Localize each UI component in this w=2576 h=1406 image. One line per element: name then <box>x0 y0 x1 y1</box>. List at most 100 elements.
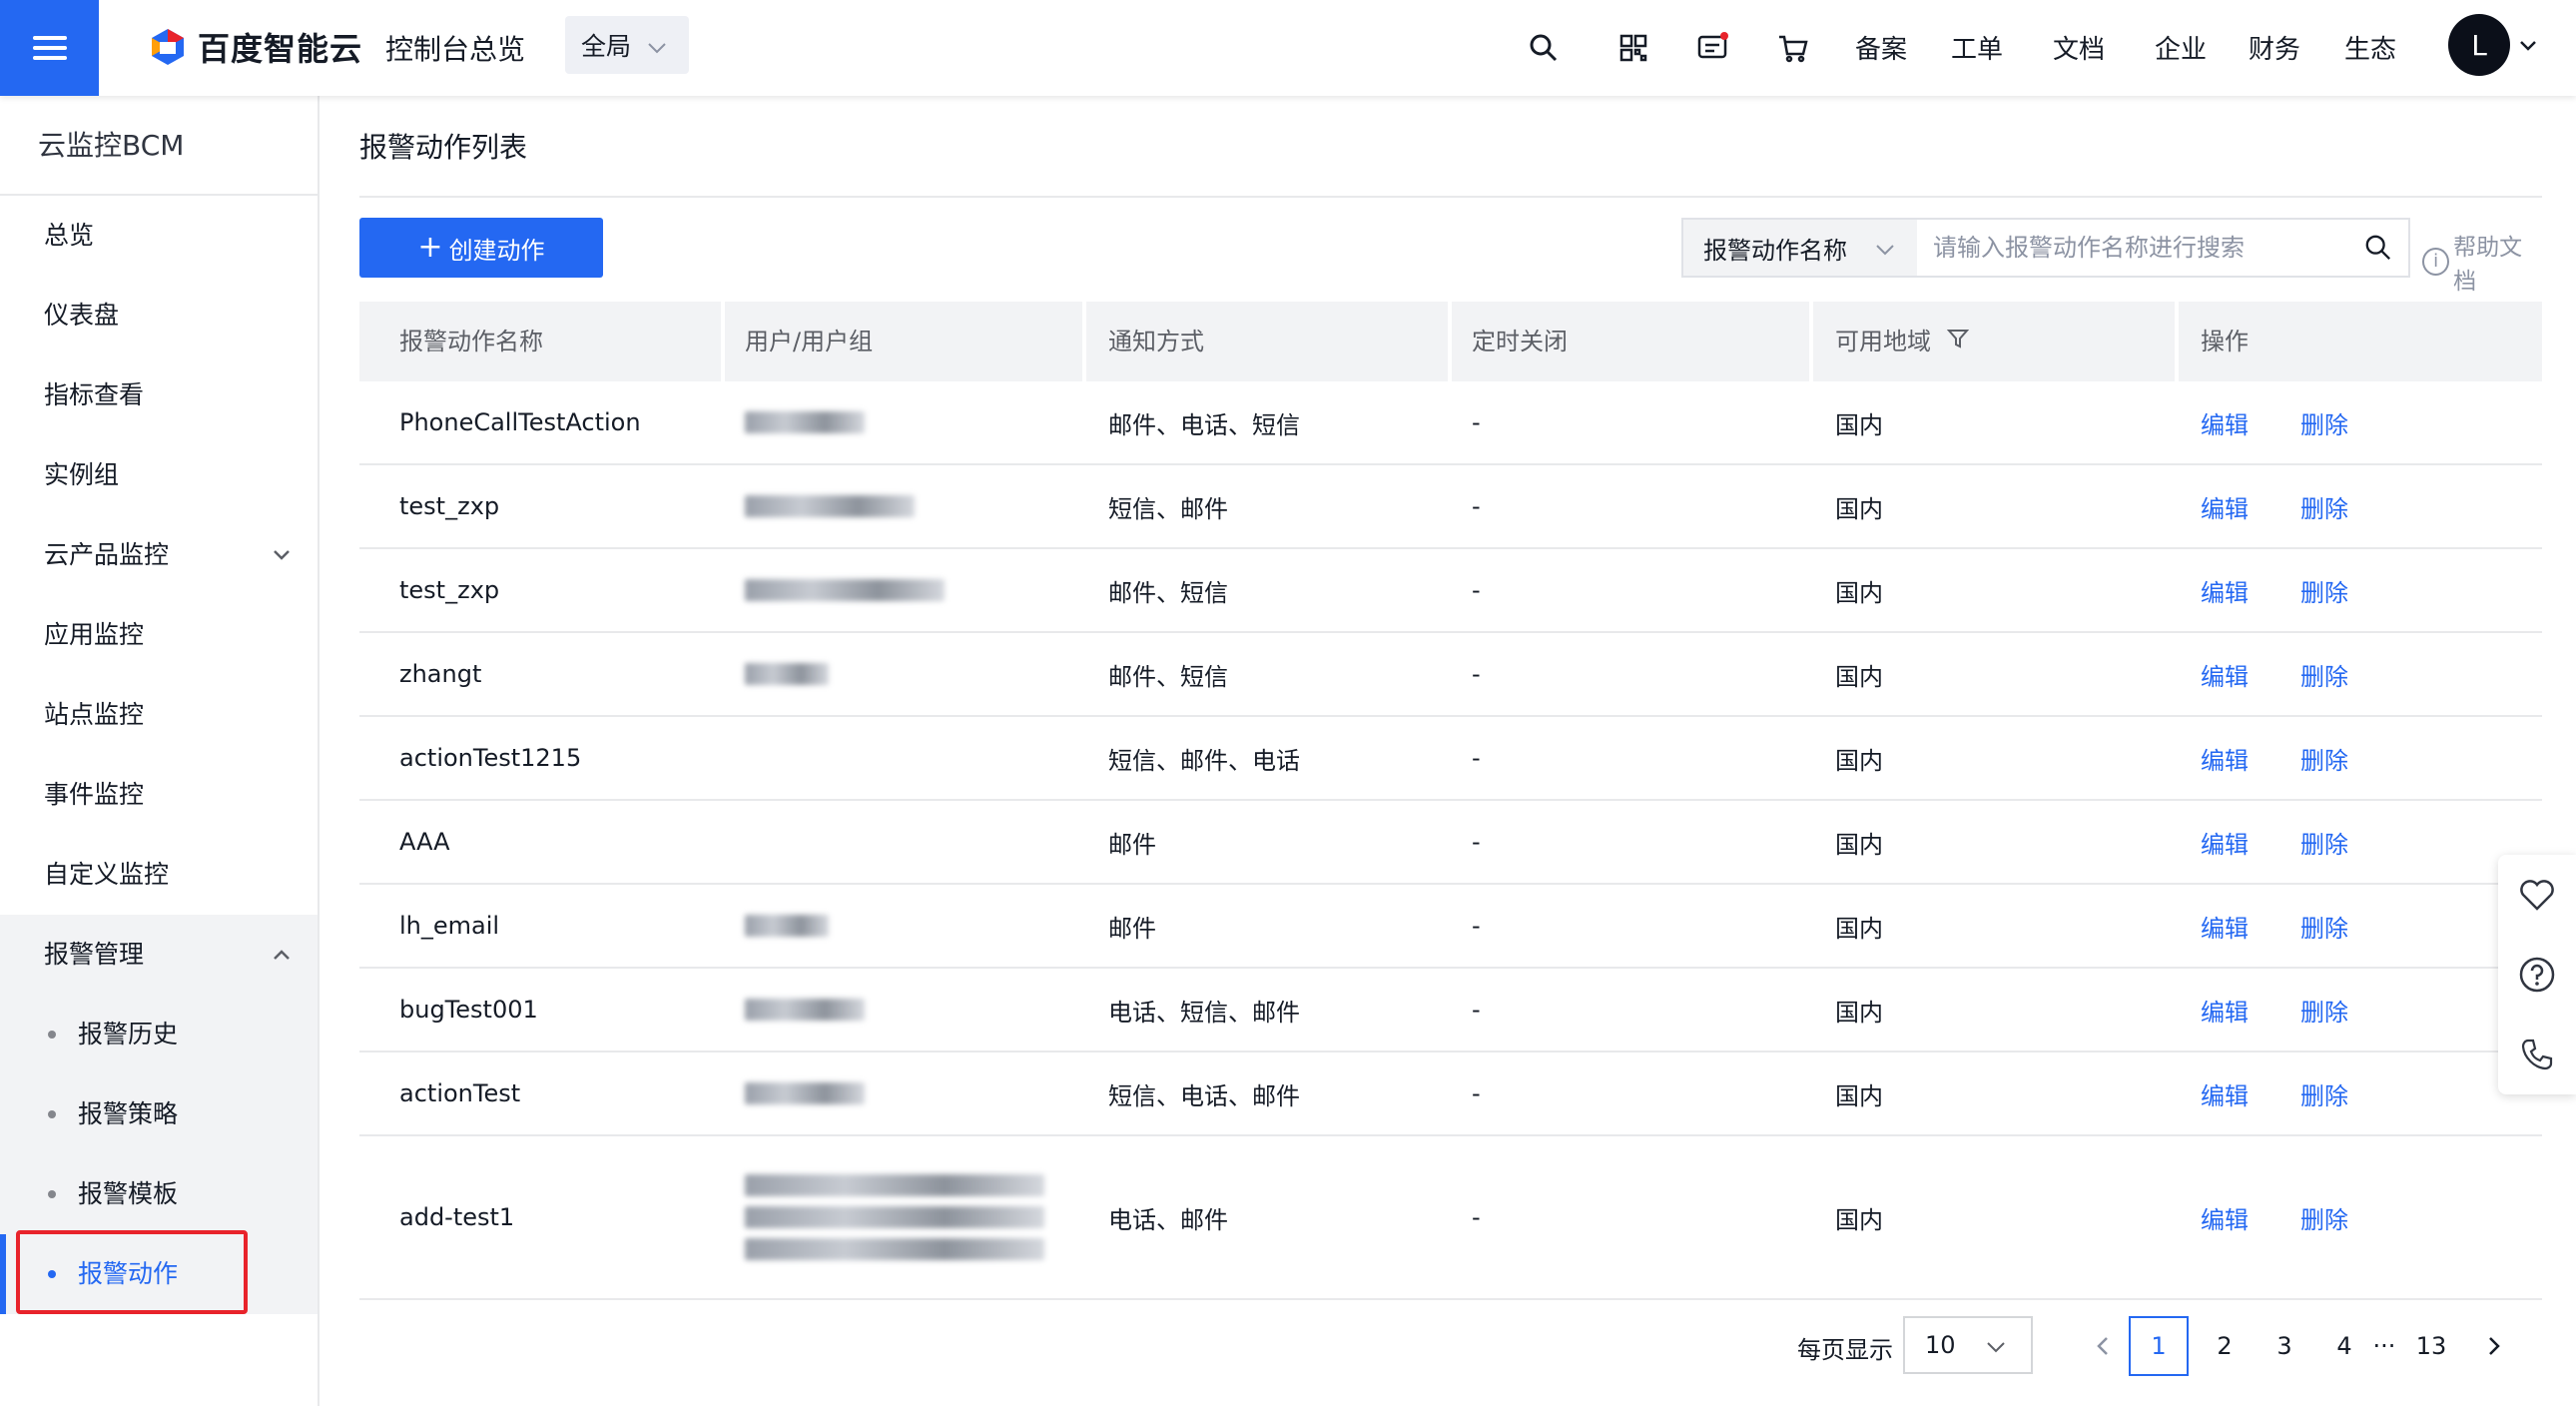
per-page-value: 10 <box>1925 1331 1956 1359</box>
page-button-last[interactable]: 13 <box>2396 1316 2466 1376</box>
nav-link-ecosystem[interactable]: 生态 <box>2344 29 2396 66</box>
cell-action-name: actionTest1215 <box>399 744 582 772</box>
alarm-action-table: 报警动作名称 用户/用户组 通知方式 定时关闭 可用地域 操作 PhoneCal… <box>359 302 2542 1300</box>
delete-link[interactable]: 删除 <box>2300 993 2348 1028</box>
sidebar-item-instance-group[interactable]: 实例组 <box>0 435 318 515</box>
cell-region: 国内 <box>1835 410 1883 439</box>
phone-icon[interactable] <box>2498 1015 2576 1094</box>
question-icon[interactable] <box>2498 935 2576 1015</box>
nav-link-docs[interactable]: 文档 <box>2053 29 2105 66</box>
per-page-select[interactable]: 10 <box>1903 1316 2033 1374</box>
page-button-2[interactable]: 2 <box>2195 1316 2254 1376</box>
sidebar-item-dashboard[interactable]: 仪表盘 <box>0 276 318 355</box>
cell-notify-method: 邮件、电话、短信 <box>1108 410 1300 439</box>
top-navbar: 百度智能云 控制台总览 全局 备案 工单 文档 企业 财务 生态 L <box>0 0 2576 96</box>
heart-icon[interactable] <box>2498 855 2576 935</box>
sidebar-item-event-monitor[interactable]: 事件监控 <box>0 755 318 835</box>
cell-user-group <box>705 381 865 463</box>
nav-link-finance[interactable]: 财务 <box>2249 29 2300 66</box>
page-button-3[interactable]: 3 <box>2254 1316 2314 1376</box>
delete-link[interactable]: 删除 <box>2300 1200 2348 1235</box>
edit-link[interactable]: 编辑 <box>2201 825 2249 860</box>
cell-notify-method: 邮件、短信 <box>1108 578 1228 607</box>
cell-user-group <box>705 549 945 631</box>
sidebar-item-custom-monitor[interactable]: 自定义监控 <box>0 835 318 915</box>
table-row: bugTest001 电话、短信、邮件 - 国内 编辑 删除 <box>359 969 2542 1053</box>
page-button-1[interactable]: 1 <box>2129 1316 2189 1376</box>
chevron-down-icon[interactable] <box>2518 30 2538 64</box>
search-icon[interactable] <box>1524 28 1564 68</box>
delete-link[interactable]: 删除 <box>2300 825 2348 860</box>
cell-timer-close: - <box>1472 1203 1481 1231</box>
cell-user-group <box>705 885 829 967</box>
cell-region: 国内 <box>1835 494 1883 523</box>
cell-timer-close: - <box>1472 1079 1481 1107</box>
search-field-select[interactable]: 报警动作名称 <box>1683 220 1917 276</box>
sidebar-subitem-alarm-history[interactable]: 报警历史 <box>0 995 318 1074</box>
cell-operations: 编辑 删除 <box>2161 549 2348 631</box>
cell-user-group <box>705 1053 865 1134</box>
cell-user-group <box>705 633 829 715</box>
sidebar-item-metrics[interactable]: 指标查看 <box>0 355 318 435</box>
table-header: 报警动作名称 用户/用户组 通知方式 定时关闭 可用地域 操作 <box>359 302 2542 381</box>
delete-link[interactable]: 删除 <box>2300 741 2348 776</box>
sidebar-item-site-monitor[interactable]: 站点监控 <box>0 675 318 755</box>
delete-link[interactable]: 删除 <box>2300 573 2348 608</box>
col-header-timer: 定时关闭 <box>1472 328 1568 355</box>
console-overview-link[interactable]: 控制台总览 <box>385 28 525 68</box>
nav-link-ticket[interactable]: 工单 <box>1951 29 2003 66</box>
next-page-button[interactable] <box>2464 1316 2524 1376</box>
cart-icon[interactable] <box>1773 28 1813 68</box>
message-icon[interactable] <box>1693 28 1733 68</box>
sidebar-item-overview[interactable]: 总览 <box>0 196 318 276</box>
redacted-user <box>745 579 945 601</box>
search-input[interactable] <box>1917 220 2348 276</box>
edit-link[interactable]: 编辑 <box>2201 489 2249 524</box>
delete-link[interactable]: 删除 <box>2300 405 2348 440</box>
cell-operations: 编辑 删除 <box>2161 969 2348 1051</box>
cell-region: 国内 <box>1835 578 1883 607</box>
brand-logo[interactable]: 百度智能云 <box>148 24 362 70</box>
edit-link[interactable]: 编辑 <box>2201 573 2249 608</box>
cell-action-name: zhangt <box>399 660 482 688</box>
cell-timer-close: - <box>1472 576 1481 604</box>
sidebar-subitem-alarm-template[interactable]: 报警模板 <box>0 1154 318 1234</box>
edit-link[interactable]: 编辑 <box>2201 993 2249 1028</box>
edit-link[interactable]: 编辑 <box>2201 909 2249 944</box>
cell-timer-close: - <box>1472 744 1481 772</box>
cell-operations: 编辑 删除 <box>2161 381 2348 463</box>
help-doc-link[interactable]: i 帮助文档 <box>2422 228 2542 296</box>
menu-icon[interactable] <box>0 0 99 96</box>
sidebar-item-label: 报警策略 <box>78 1099 179 1128</box>
cell-timer-close: - <box>1472 996 1481 1024</box>
cell-notify-method: 短信、电话、邮件 <box>1108 1081 1300 1110</box>
delete-link[interactable]: 删除 <box>2300 657 2348 692</box>
sidebar-item-label: 报警历史 <box>78 1020 179 1049</box>
delete-link[interactable]: 删除 <box>2300 1076 2348 1111</box>
delete-link[interactable]: 删除 <box>2300 489 2348 524</box>
filter-icon[interactable] <box>1946 328 1969 355</box>
nav-link-icp[interactable]: 备案 <box>1855 29 1907 66</box>
cell-notify-method: 邮件 <box>1108 914 1156 943</box>
cell-action-name: bugTest001 <box>399 996 538 1024</box>
sidebar-subitem-alarm-policy[interactable]: 报警策略 <box>0 1074 318 1154</box>
brand-name: 百度智能云 <box>198 30 363 68</box>
prev-page-button[interactable] <box>2073 1316 2133 1376</box>
edit-link[interactable]: 编辑 <box>2201 405 2249 440</box>
cell-user-group <box>705 1136 1044 1298</box>
qrcode-icon[interactable] <box>1613 28 1653 68</box>
edit-link[interactable]: 编辑 <box>2201 1076 2249 1111</box>
edit-link[interactable]: 编辑 <box>2201 657 2249 692</box>
nav-link-enterprise[interactable]: 企业 <box>2155 29 2207 66</box>
sidebar-item-alarm-management[interactable]: 报警管理 <box>0 915 318 995</box>
sidebar-item-app-monitor[interactable]: 应用监控 <box>0 595 318 675</box>
cell-user-group <box>705 717 745 799</box>
search-icon[interactable] <box>2348 220 2408 276</box>
delete-link[interactable]: 删除 <box>2300 909 2348 944</box>
region-selector[interactable]: 全局 <box>565 16 689 74</box>
create-action-button[interactable]: + 创建动作 <box>359 218 603 278</box>
sidebar-item-cloud-product[interactable]: 云产品监控 <box>0 515 318 595</box>
edit-link[interactable]: 编辑 <box>2201 1200 2249 1235</box>
edit-link[interactable]: 编辑 <box>2201 741 2249 776</box>
avatar[interactable]: L <box>2448 14 2510 76</box>
